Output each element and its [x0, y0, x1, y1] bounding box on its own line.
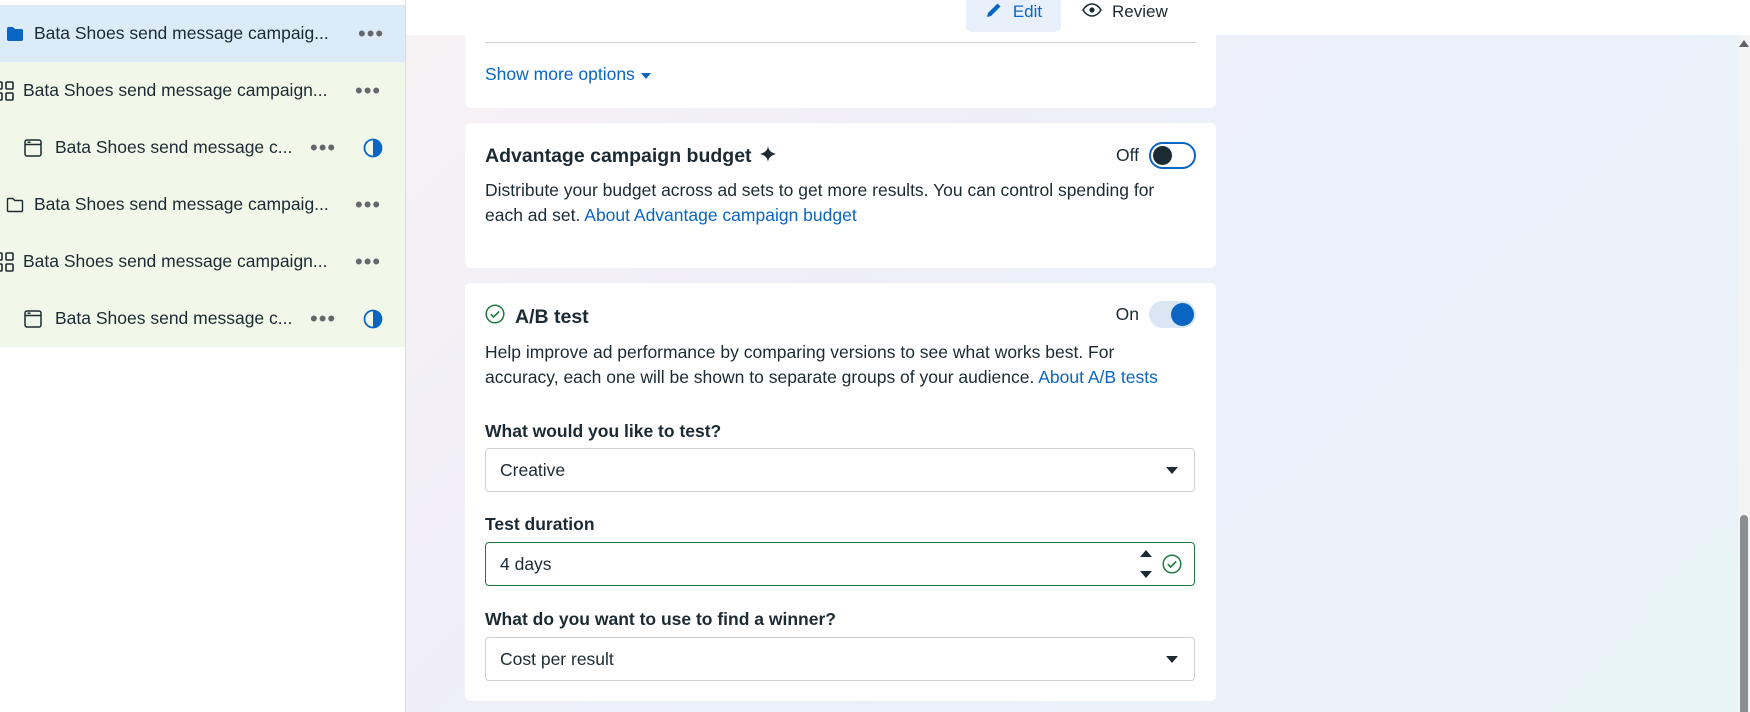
- test-variable-select[interactable]: Creative: [485, 448, 1195, 492]
- show-more-options-link[interactable]: Show more options: [485, 64, 651, 85]
- winner-metric-label: What do you want to use to find a winner…: [485, 609, 836, 629]
- divider: [485, 42, 1196, 43]
- tree-item-label: Bata Shoes send message campaig...: [34, 23, 329, 43]
- tab-edit[interactable]: Edit: [966, 0, 1061, 32]
- scrollbar-thumb[interactable]: [1740, 515, 1748, 712]
- tree-item-ad-set[interactable]: Bata Shoes send message campaign... •••: [0, 62, 405, 119]
- check-circle-icon: [485, 304, 505, 330]
- budget-description: Distribute your budget across ad sets to…: [485, 178, 1185, 228]
- card-title: A/B test: [485, 304, 589, 330]
- tab-review[interactable]: Review: [1082, 0, 1168, 32]
- sparkle-icon: [759, 145, 776, 168]
- eye-icon: [1082, 2, 1102, 22]
- ab-test-card: A/B test On Help improve ad performance …: [465, 283, 1216, 701]
- tree-item-label: Bata Shoes send message campaig...: [34, 194, 329, 214]
- grid-icon: [0, 251, 14, 272]
- input-value: 4 days: [500, 553, 552, 574]
- budget-toggle-group: Off: [1116, 142, 1196, 169]
- tree-item-ad[interactable]: Bata Shoes send message c... •••: [0, 290, 405, 347]
- editor-main: Show more options Edit Review Advantage …: [406, 0, 1738, 712]
- more-options-icon[interactable]: •••: [355, 79, 381, 101]
- editor-topbar: Edit Review: [406, 0, 1738, 35]
- more-options-icon[interactable]: •••: [355, 250, 381, 272]
- card-title: Advantage campaign budget: [485, 145, 776, 168]
- more-options-icon[interactable]: •••: [358, 22, 384, 44]
- toggle-state-label: On: [1115, 304, 1139, 324]
- grid-icon: [0, 80, 14, 101]
- test-duration-input[interactable]: 4 days: [485, 542, 1195, 586]
- tree-item-label: Bata Shoes send message c...: [55, 137, 293, 157]
- ab-title: A/B test: [515, 305, 589, 328]
- budget-title: Advantage campaign budget: [485, 145, 752, 167]
- winner-metric-select[interactable]: Cost per result: [485, 637, 1195, 681]
- more-options-icon[interactable]: •••: [355, 193, 381, 215]
- ab-variant-icon: [363, 138, 383, 158]
- caret-down-icon: [1166, 467, 1178, 474]
- tab-edit-label: Edit: [1012, 2, 1043, 21]
- tab-review-label: Review: [1112, 2, 1168, 21]
- folder-icon: [5, 195, 25, 215]
- advantage-budget-card: Advantage campaign budget Off Distribute…: [465, 123, 1216, 268]
- duration-stepper[interactable]: [1140, 550, 1152, 578]
- scroll-up-arrow-icon[interactable]: [1739, 40, 1749, 47]
- ab-variant-icon: [363, 309, 383, 329]
- campaign-tree-sidebar: Bata Shoes send message campaig... ••• B…: [0, 0, 406, 712]
- ab-test-toggle[interactable]: [1149, 301, 1196, 328]
- stepper-up-icon[interactable]: [1140, 550, 1152, 557]
- stepper-down-icon[interactable]: [1140, 571, 1152, 578]
- select-value: Creative: [500, 459, 566, 480]
- tree-item-label: Bata Shoes send message campaign...: [23, 251, 328, 271]
- more-options-icon[interactable]: •••: [310, 136, 336, 158]
- test-variable-label: What would you like to test?: [485, 421, 722, 441]
- caret-down-icon: [640, 64, 651, 85]
- tree-item-label: Bata Shoes send message c...: [55, 308, 293, 328]
- tree-item-label: Bata Shoes send message campaign...: [23, 80, 328, 100]
- tree-item-ad-set[interactable]: Bata Shoes send message campaign... •••: [0, 233, 405, 290]
- caret-down-icon: [1166, 656, 1178, 663]
- test-duration-label: Test duration: [485, 514, 595, 534]
- about-advantage-budget-link[interactable]: About Advantage campaign budget: [584, 205, 856, 225]
- advantage-budget-toggle[interactable]: [1149, 142, 1196, 169]
- more-options-icon[interactable]: •••: [310, 307, 336, 329]
- page-scrollbar[interactable]: [1738, 35, 1750, 712]
- pencil-icon: [985, 1, 1003, 24]
- ab-description-text: Help improve ad performance by comparing…: [485, 342, 1115, 387]
- select-value: Cost per result: [500, 648, 614, 669]
- ad-window-icon: [23, 138, 43, 158]
- ad-window-icon: [23, 309, 43, 329]
- ab-description: Help improve ad performance by comparing…: [485, 340, 1185, 390]
- toggle-state-label: Off: [1115, 145, 1139, 165]
- folder-icon: [5, 24, 25, 44]
- valid-check-icon: [1162, 554, 1182, 574]
- ab-toggle-group: On: [1116, 301, 1196, 328]
- tree-item-ad[interactable]: Bata Shoes send message c... •••: [0, 119, 405, 176]
- tree-item-campaign[interactable]: Bata Shoes send message campaig... •••: [0, 5, 405, 62]
- tree-item-campaign[interactable]: Bata Shoes send message campaig... •••: [0, 176, 405, 233]
- show-more-label: Show more options: [485, 64, 635, 84]
- about-ab-tests-link[interactable]: About A/B tests: [1038, 367, 1158, 387]
